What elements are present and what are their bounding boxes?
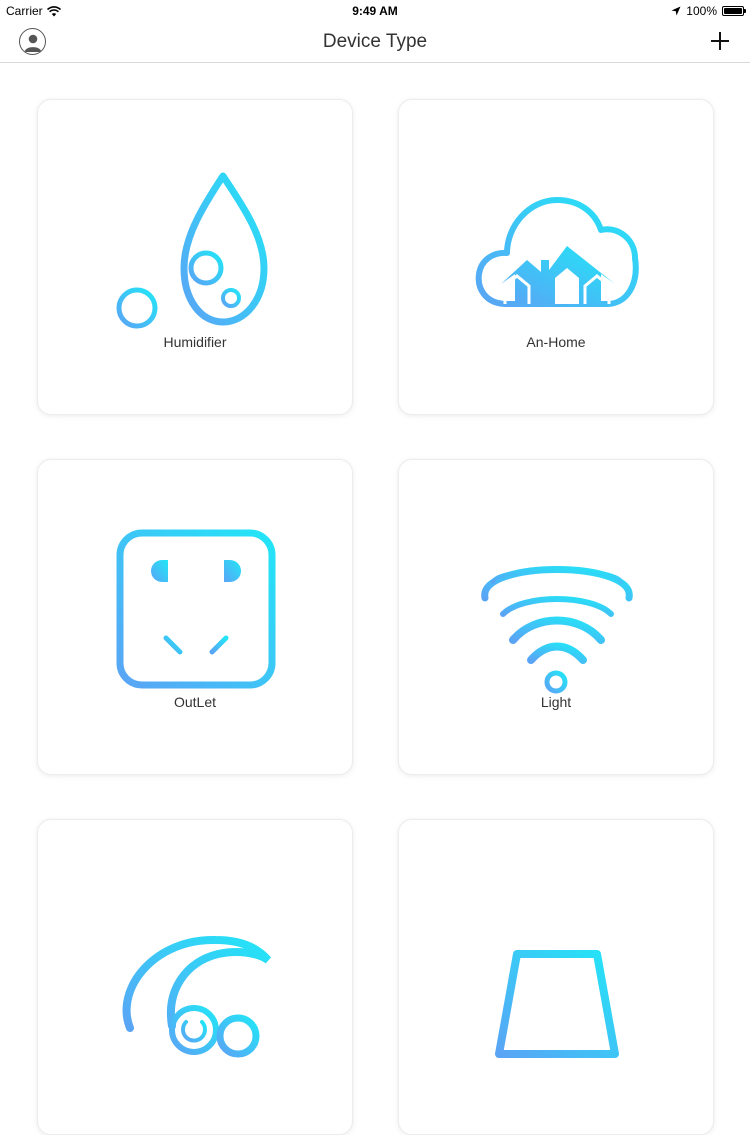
device-card-light[interactable]: Light <box>398 459 714 775</box>
light-wave-icon <box>481 566 633 694</box>
device-card-fan[interactable] <box>37 819 353 1135</box>
device-card-humidifier[interactable]: Humidifier <box>37 99 353 415</box>
lamp-icon <box>495 950 619 1058</box>
location-arrow-icon <box>671 6 681 16</box>
battery-percent: 100% <box>686 4 717 18</box>
device-label: Light <box>540 694 572 710</box>
battery-icon <box>722 6 746 16</box>
power-outlet-icon <box>116 529 276 689</box>
status-bar: Carrier 9:49 AM 100% <box>0 0 750 22</box>
device-label: OutLet <box>173 694 217 710</box>
device-label: An-Home <box>526 334 586 350</box>
water-drop-icon <box>116 172 268 329</box>
navigation-bar: Device Type <box>0 22 750 63</box>
plus-icon <box>711 32 729 50</box>
device-label: Humidifier <box>163 334 227 350</box>
status-time: 9:49 AM <box>352 4 398 18</box>
fan-power-icon <box>122 935 272 1058</box>
page-title: Device Type <box>322 31 428 52</box>
device-card-outlet[interactable]: OutLet <box>37 459 353 775</box>
device-grid: Humidifier An-Home OutLet Light <box>37 99 714 1135</box>
device-card-lamp[interactable] <box>398 819 714 1135</box>
status-right: 100% <box>671 4 746 18</box>
cloud-home-icon <box>475 197 639 307</box>
device-card-an-home[interactable]: An-Home <box>398 99 714 415</box>
add-device-button[interactable] <box>708 29 732 53</box>
